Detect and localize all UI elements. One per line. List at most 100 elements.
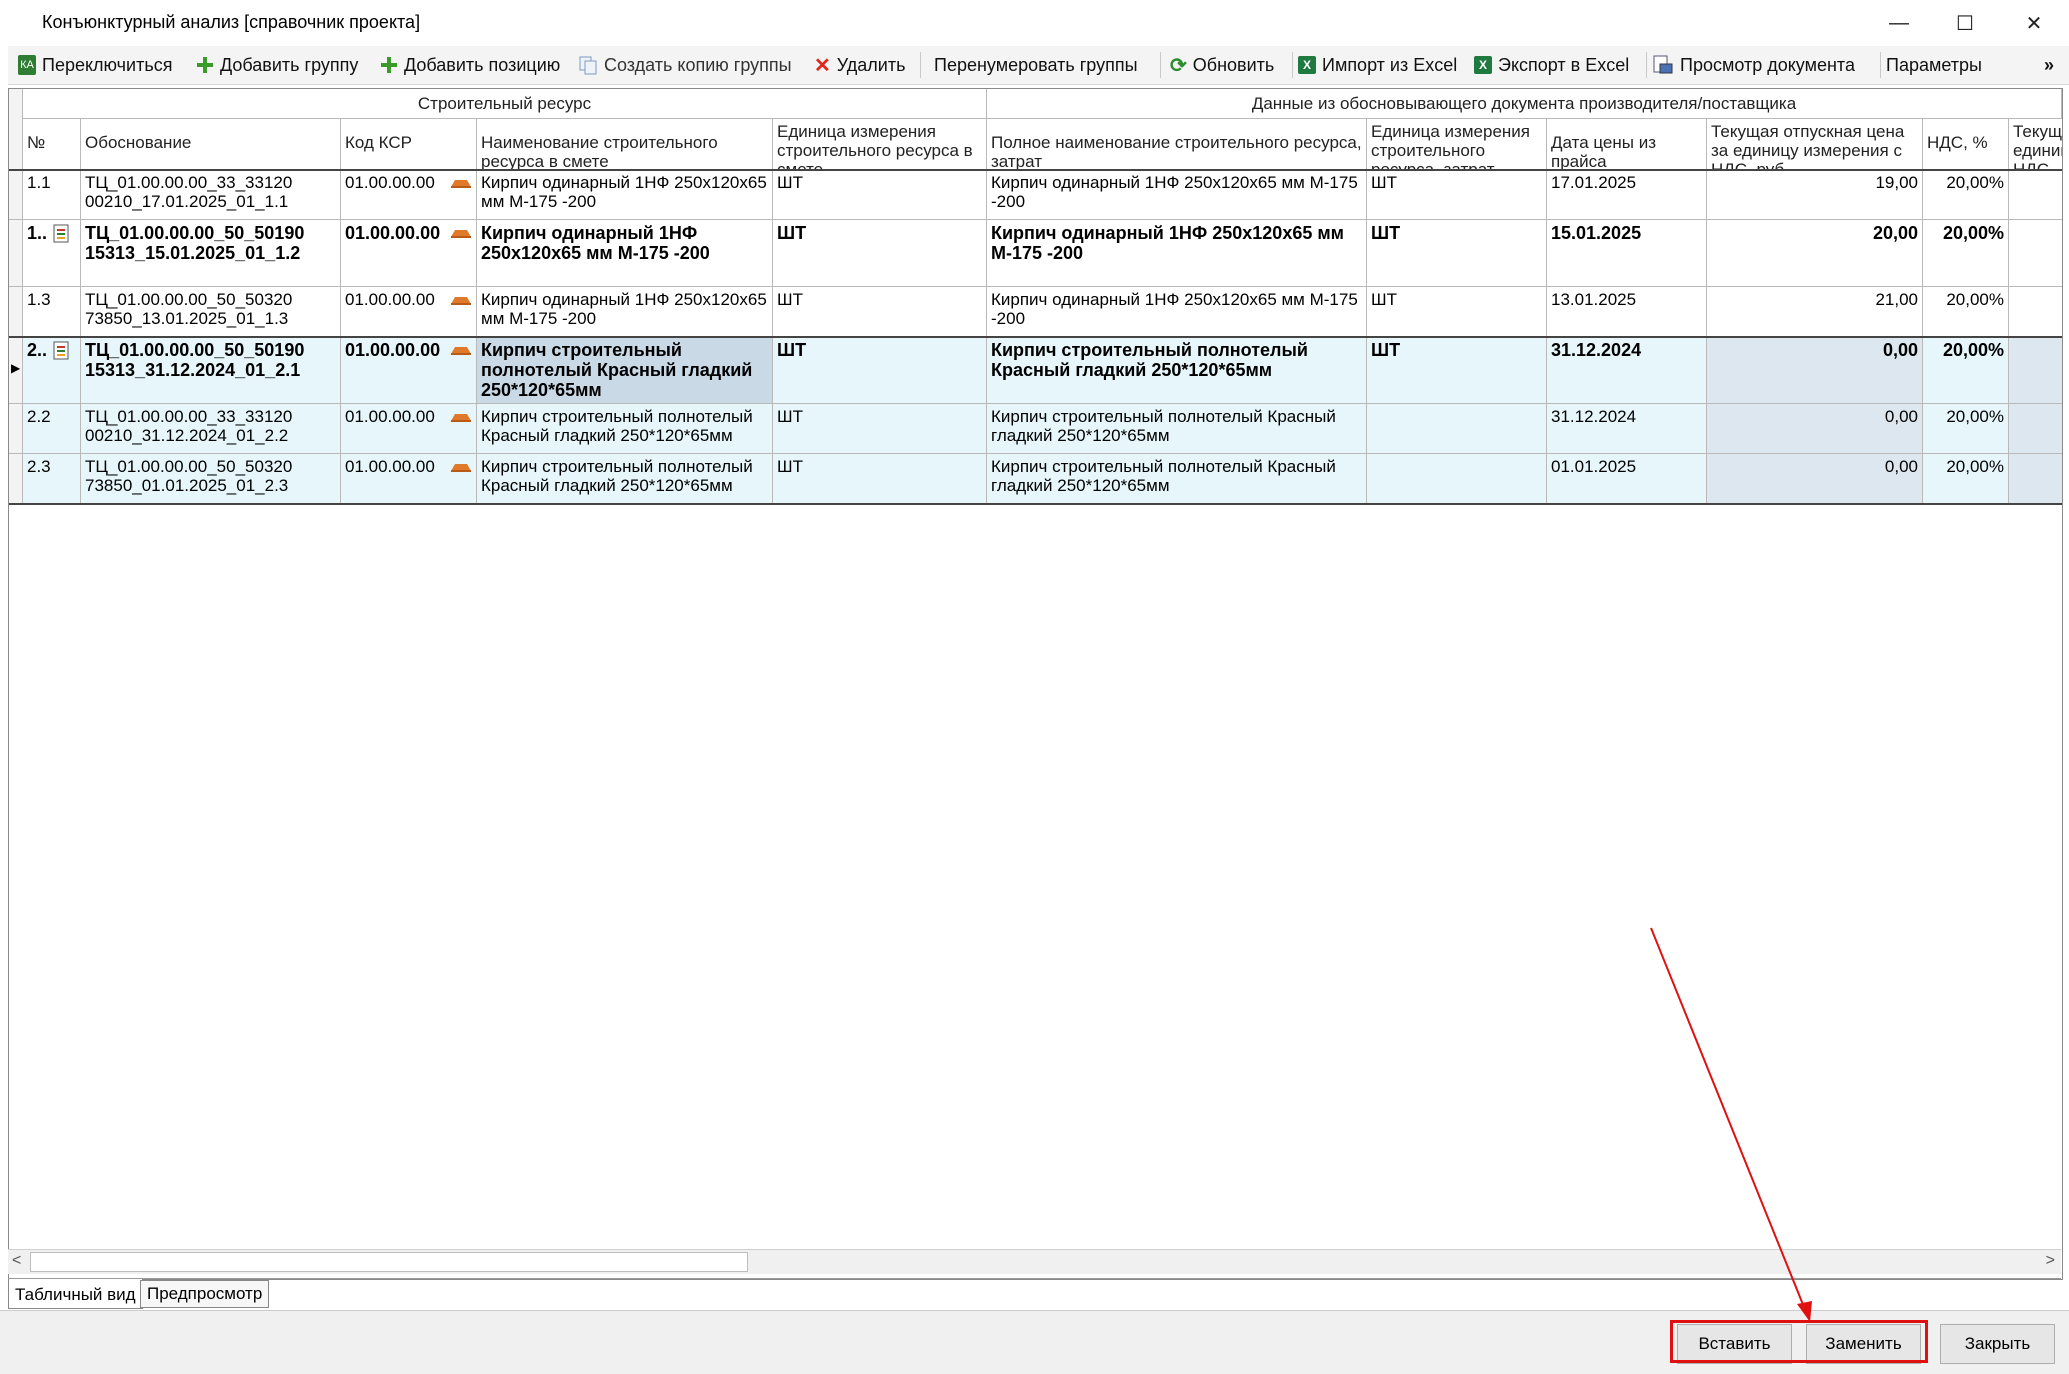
cell-vat[interactable]: 20,00% <box>1923 220 2009 287</box>
cell-vat[interactable]: 20,00% <box>1923 404 2009 454</box>
add-group-button[interactable]: Добавить группу <box>196 46 358 84</box>
cell-vat[interactable]: 20,00% <box>1923 170 2009 220</box>
cell-basis[interactable]: ТЦ_01.00.00.00_33_33120 00210_17.01.2025… <box>81 170 341 220</box>
cell-date[interactable]: 31.12.2024 <box>1547 337 1707 404</box>
col-header-full-name[interactable]: Полное наименование строительного ресурс… <box>987 119 1367 170</box>
cell-basis[interactable]: ТЦ_01.00.00.00_50_50320 73850_01.01.2025… <box>81 454 341 504</box>
col-header-num[interactable]: № <box>23 119 81 170</box>
cell-basis[interactable]: ТЦ_01.00.00.00_50_50190 15313_31.12.2024… <box>81 337 341 404</box>
horizontal-scrollbar[interactable]: < > <box>8 1249 2061 1274</box>
cell-unit2[interactable]: ШТ <box>1367 170 1547 220</box>
cell-basis[interactable]: ТЦ_01.00.00.00_33_33120 00210_31.12.2024… <box>81 404 341 454</box>
cell-full-name[interactable]: Кирпич одинарный 1НФ 250х120х65 мм М-175… <box>987 287 1367 337</box>
cell-date[interactable]: 15.01.2025 <box>1547 220 1707 287</box>
cell-unit[interactable]: ШТ <box>773 220 987 287</box>
cell-full-name[interactable]: Кирпич строительный полнотелый Красный г… <box>987 454 1367 504</box>
cell-unit[interactable]: ШТ <box>773 287 987 337</box>
cell-unit2[interactable]: ШТ <box>1367 337 1547 404</box>
cell-code[interactable]: 01.00.00.00 <box>341 287 477 337</box>
cell-unit[interactable]: ШТ <box>773 404 987 454</box>
cell-num[interactable]: 1.1 <box>23 170 81 220</box>
add-position-button[interactable]: Добавить позицию <box>380 46 560 84</box>
cell-price-no-vat[interactable] <box>2009 220 2062 287</box>
cell-basis[interactable]: ТЦ_01.00.00.00_50_50190 15313_15.01.2025… <box>81 220 341 287</box>
renumber-button[interactable]: Перенумеровать группы <box>934 46 1138 84</box>
scroll-right-icon[interactable]: > <box>2046 1252 2055 1270</box>
cell-vat[interactable]: 20,00% <box>1923 454 2009 504</box>
col-header-unit2[interactable]: Единица измерения строительного ресурса,… <box>1367 119 1547 170</box>
cell-price[interactable]: 20,00 <box>1707 220 1923 287</box>
cell-price[interactable]: 21,00 <box>1707 287 1923 337</box>
cell-price[interactable]: 19,00 <box>1707 170 1923 220</box>
cell-date[interactable]: 13.01.2025 <box>1547 287 1707 337</box>
col-header-basis[interactable]: Обоснование <box>81 119 341 170</box>
col-header-price[interactable]: Текущая отпускная цена за единицу измере… <box>1707 119 1923 170</box>
minimize-button[interactable]: — <box>1864 0 1934 46</box>
cell-price[interactable]: 0,00 <box>1707 337 1923 404</box>
cell-name[interactable]: Кирпич одинарный 1НФ 250х120х65 мм М-175… <box>477 170 773 220</box>
cell-basis[interactable]: ТЦ_01.00.00.00_50_50320 73850_13.01.2025… <box>81 287 341 337</box>
view-document-button[interactable]: Просмотр документа <box>1652 46 1855 84</box>
data-grid[interactable]: Строительный ресурс Данные из обосновыва… <box>8 88 2063 1280</box>
cell-price-no-vat[interactable] <box>2009 454 2062 504</box>
copy-group-button[interactable]: Создать копию группы <box>578 46 792 84</box>
cell-unit2[interactable]: ШТ <box>1367 287 1547 337</box>
cell-name-focused[interactable]: Кирпич строительный полнотелый Красный г… <box>477 337 773 404</box>
cell-price[interactable]: 0,00 <box>1707 404 1923 454</box>
cell-code[interactable]: 01.00.00.00 <box>341 337 477 404</box>
cell-name[interactable]: Кирпич одинарный 1НФ 250х120х65 мм М-175… <box>477 220 773 287</box>
cell-num[interactable]: 2.. <box>23 337 81 404</box>
col-header-date[interactable]: Дата цены из прайса <box>1547 119 1707 170</box>
col-header-name[interactable]: Наименование строительного ресурса в сме… <box>477 119 773 170</box>
cell-price-no-vat[interactable] <box>2009 337 2062 404</box>
cell-unit[interactable]: ШТ <box>773 337 987 404</box>
cell-full-name[interactable]: Кирпич одинарный 1НФ 250х120х65 мм М-175… <box>987 170 1367 220</box>
export-excel-button[interactable]: X Экспорт в Excel <box>1474 46 1629 84</box>
col-header-code[interactable]: Код КСР <box>341 119 477 170</box>
col-header-vat[interactable]: НДС, % <box>1923 119 2009 170</box>
cell-num[interactable]: 2.2 <box>23 404 81 454</box>
cell-unit[interactable]: ШТ <box>773 170 987 220</box>
cell-date[interactable]: 01.01.2025 <box>1547 454 1707 504</box>
close-button[interactable]: Закрыть <box>1940 1324 2055 1364</box>
cell-full-name[interactable]: Кирпич одинарный 1НФ 250х120х65 мм М-175… <box>987 220 1367 287</box>
cell-name[interactable]: Кирпич строительный полнотелый Красный г… <box>477 454 773 504</box>
import-excel-button[interactable]: X Импорт из Excel <box>1298 46 1457 84</box>
cell-name[interactable]: Кирпич одинарный 1НФ 250х120х65 мм М-175… <box>477 287 773 337</box>
cell-price-no-vat[interactable] <box>2009 404 2062 454</box>
cell-code[interactable]: 01.00.00.00 <box>341 220 477 287</box>
cell-vat[interactable]: 20,00% <box>1923 337 2009 404</box>
maximize-button[interactable]: ☐ <box>1930 0 2000 46</box>
cell-num[interactable]: 1.3 <box>23 287 81 337</box>
switch-button[interactable]: КА Переключиться <box>18 46 172 84</box>
cell-unit[interactable]: ШТ <box>773 454 987 504</box>
params-button[interactable]: Параметры <box>1886 46 1982 84</box>
cell-date[interactable]: 31.12.2024 <box>1547 404 1707 454</box>
cell-num[interactable]: 2.3 <box>23 454 81 504</box>
cell-code[interactable]: 01.00.00.00 <box>341 404 477 454</box>
refresh-button[interactable]: ⟳ Обновить <box>1170 46 1274 84</box>
col-header-price-no-vat[interactable]: Текущая единиц НДС, р <box>2009 119 2062 170</box>
scroll-left-icon[interactable]: < <box>12 1252 21 1270</box>
delete-button[interactable]: ✕ Удалить <box>814 46 906 84</box>
cell-full-name[interactable]: Кирпич строительный полнотелый Красный г… <box>987 337 1367 404</box>
cell-unit2[interactable]: ШТ <box>1367 220 1547 287</box>
col-header-unit[interactable]: Единица измерения строительного ресурса … <box>773 119 987 170</box>
close-window-button[interactable]: ✕ <box>1999 0 2069 46</box>
cell-unit2[interactable] <box>1367 404 1547 454</box>
cell-unit2[interactable] <box>1367 454 1547 504</box>
cell-vat[interactable]: 20,00% <box>1923 287 2009 337</box>
cell-full-name[interactable]: Кирпич строительный полнотелый Красный г… <box>987 404 1367 454</box>
toolbar-overflow-button[interactable]: » <box>2044 46 2054 84</box>
tab-table-view[interactable]: Табличный вид <box>8 1279 143 1309</box>
tab-preview[interactable]: Предпросмотр <box>140 1280 270 1308</box>
scroll-thumb[interactable] <box>30 1252 748 1272</box>
cell-code[interactable]: 01.00.00.00 <box>341 170 477 220</box>
cell-name[interactable]: Кирпич строительный полнотелый Красный г… <box>477 404 773 454</box>
cell-date[interactable]: 17.01.2025 <box>1547 170 1707 220</box>
cell-price[interactable]: 0,00 <box>1707 454 1923 504</box>
cell-price-no-vat[interactable] <box>2009 287 2062 337</box>
cell-code[interactable]: 01.00.00.00 <box>341 454 477 504</box>
cell-price-no-vat[interactable] <box>2009 170 2062 220</box>
cell-num[interactable]: 1.. <box>23 220 81 287</box>
